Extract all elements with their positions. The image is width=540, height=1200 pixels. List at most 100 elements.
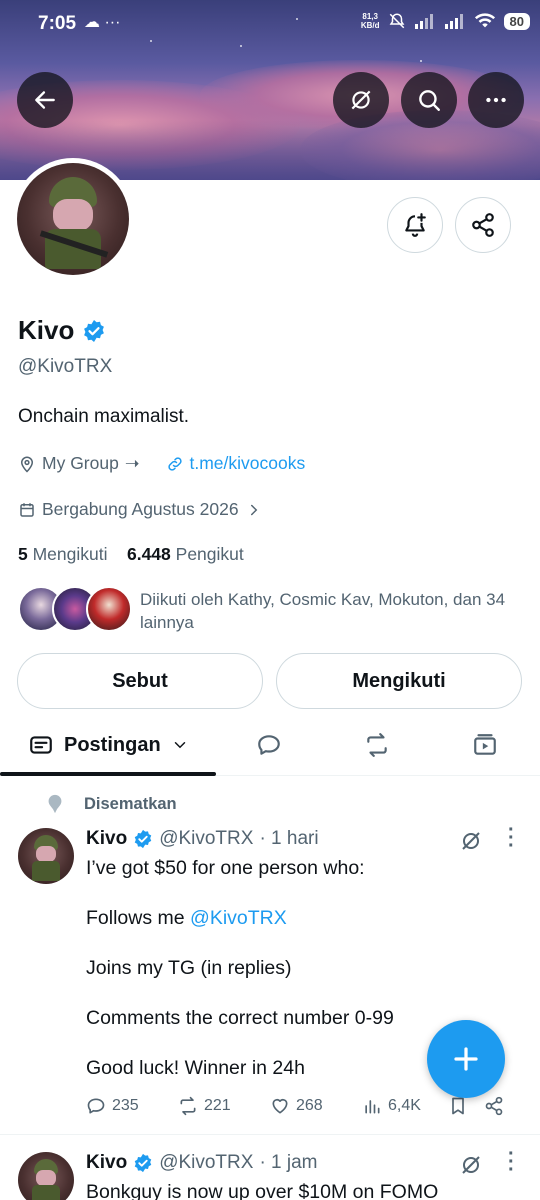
active-tab-indicator: [0, 772, 216, 776]
post-author-name[interactable]: Kivo: [86, 1152, 127, 1174]
banner-star: [420, 60, 422, 62]
website-link[interactable]: t.me/kivocooks: [190, 453, 306, 474]
joined-row[interactable]: Bergabung Agustus 2026: [18, 499, 263, 520]
post-author-handle[interactable]: @KivoTRX: [159, 1152, 253, 1174]
chevron-down-icon: [174, 742, 185, 749]
post-avatar[interactable]: [18, 1152, 74, 1200]
share-action[interactable]: [484, 1096, 504, 1116]
post-text-line: Joins my TG (in replies): [86, 957, 292, 979]
pin-icon: [48, 794, 62, 814]
tab-reposts[interactable]: [352, 714, 402, 776]
post-header: Kivo @KivoTRX · 1 hari: [86, 828, 319, 850]
bookmark-action[interactable]: [448, 1096, 484, 1116]
compose-button[interactable]: [427, 1020, 505, 1098]
pinned-label: Disematkan: [44, 792, 177, 816]
reply-action[interactable]: 235: [86, 1096, 178, 1116]
grok-icon[interactable]: [459, 829, 483, 853]
tab-posts-label: Postingan: [64, 733, 161, 756]
post-time: · 1 jam: [259, 1152, 318, 1173]
bookmark-icon: [452, 1097, 464, 1115]
post-header: Kivo @KivoTRX · 1 jam: [86, 1152, 318, 1174]
followers-count: 6.448: [126, 544, 171, 564]
post-time: · 1 hari: [259, 828, 319, 849]
post-body: Bonkguy is now up over $10M on FOMO: [86, 1180, 506, 1200]
verified-badge-icon[interactable]: [82, 319, 106, 343]
grok-icon[interactable]: [459, 1153, 483, 1177]
more-icon: [486, 97, 506, 103]
notification-icons: ☁ ···: [84, 14, 121, 31]
followers-link[interactable]: 6.448 Pengikut: [127, 544, 244, 564]
net-speed: 81,3 KB/d: [361, 12, 380, 30]
grok-icon: [351, 90, 371, 110]
views-icon: [365, 1100, 380, 1114]
joined-date: Bergabung Agustus 2026: [42, 499, 239, 519]
post-text-segment: Follows me: [86, 907, 191, 929]
like-action[interactable]: 268: [270, 1096, 362, 1116]
group-label: My Group: [42, 453, 119, 473]
repost-action[interactable]: 221: [178, 1096, 270, 1116]
followed-by-text[interactable]: Diikuti oleh Kathy, Cosmic Kav, Mokuton,…: [140, 588, 520, 634]
posts-icon: [30, 736, 52, 754]
profile-meta-row: My Group ➝ t.me/kivocooks: [18, 453, 305, 474]
tab-replies[interactable]: [244, 714, 294, 776]
heart-icon: [272, 1098, 288, 1114]
post-author-handle[interactable]: @KivoTRX: [159, 828, 253, 850]
notify-button[interactable]: [387, 197, 443, 253]
post-author-name[interactable]: Kivo: [86, 828, 127, 850]
profile-name-text: Kivo: [18, 315, 75, 345]
follower-avatar: [86, 586, 132, 632]
search-button[interactable]: [401, 72, 457, 128]
grok-button[interactable]: [333, 72, 389, 128]
profile-bio: Onchain maximalist.: [18, 406, 190, 427]
post-more-icon[interactable]: · · ·: [508, 820, 515, 856]
reply-icon: [258, 735, 280, 755]
views-action[interactable]: 6,4K: [362, 1096, 448, 1116]
plus-icon: [454, 1047, 478, 1071]
like-count: 268: [296, 1097, 323, 1114]
mention-button[interactable]: Sebut: [17, 653, 263, 709]
profile-handle: @KivoTRX: [18, 356, 113, 377]
link-icon: [167, 456, 182, 471]
net-speed-unit: KB/d: [360, 21, 380, 30]
post-text-line: Bonkguy is now up over $10M on FOMO: [86, 1181, 439, 1200]
bell-plus-icon: [405, 213, 426, 237]
share-icon: [472, 213, 494, 237]
location-icon: [20, 456, 34, 473]
repost-icon: [367, 733, 387, 757]
tab-media[interactable]: [460, 714, 510, 776]
signal-icon: [414, 14, 433, 29]
verified-badge-icon: [134, 829, 152, 849]
repost-icon: [180, 1096, 196, 1116]
post-avatar[interactable]: [18, 828, 74, 884]
profile-avatar[interactable]: [12, 158, 134, 280]
back-button[interactable]: [17, 72, 73, 128]
signal-icon: [444, 14, 463, 29]
view-count: 6,4K: [388, 1097, 421, 1114]
post-divider: [0, 1134, 540, 1135]
share-icon: [485, 1096, 503, 1116]
following-label: Mengikuti: [32, 544, 108, 564]
reply-count: 235: [112, 1097, 139, 1114]
group-arrow: ➝: [124, 453, 140, 473]
share-button[interactable]: [455, 197, 511, 253]
status-bar: 7:05 ☁ ··· 81,3 KB/d 80: [0, 0, 540, 48]
profile-name: Kivo: [18, 315, 106, 346]
followed-by-avatars[interactable]: [18, 586, 132, 632]
post-actions: 235 221 268 6,4K: [86, 1096, 526, 1116]
profile-tabs: Postingan: [0, 714, 540, 776]
repost-count: 221: [204, 1097, 231, 1114]
following-link[interactable]: 5 Mengikuti: [18, 544, 108, 564]
reply-icon: [87, 1098, 105, 1114]
following-count: 5: [18, 544, 28, 564]
post-text-line: Follows me @KivoTRX: [86, 906, 506, 931]
tab-posts[interactable]: Postingan: [28, 714, 189, 776]
wifi-icon: [474, 13, 495, 28]
following-button[interactable]: Mengikuti: [276, 653, 522, 709]
more-button[interactable]: [468, 72, 524, 128]
post-mention-link[interactable]: @KivoTRX: [190, 907, 287, 929]
avatar-image: [17, 163, 129, 275]
post-text-line: I’ve got $50 for one person who:: [86, 857, 365, 879]
post-more-icon[interactable]: · · ·: [508, 1144, 515, 1180]
media-icon: [474, 734, 496, 755]
follow-counts: 5 Mengikuti 6.448 Pengikut: [18, 544, 244, 565]
